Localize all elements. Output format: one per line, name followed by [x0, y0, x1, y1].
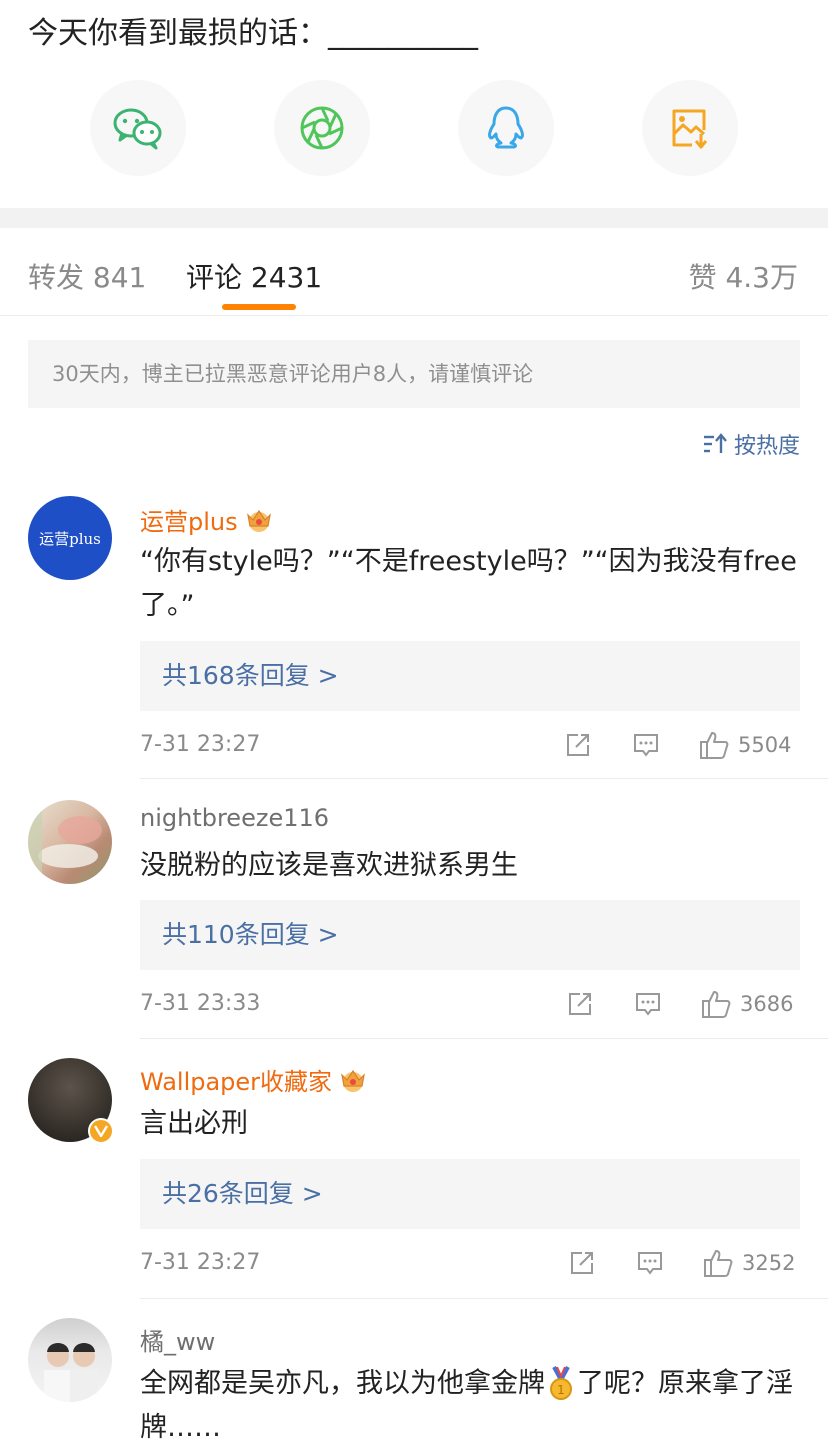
save-image-icon [672, 109, 708, 149]
feedback-tabs: 转发 841 评论 2431 赞 4.3万 [0, 228, 828, 316]
like-button[interactable]: 3686 [700, 986, 793, 1022]
share-comment-button[interactable] [564, 727, 592, 763]
author-name: nightbreeze116 [140, 804, 330, 832]
comment-author[interactable]: nightbreeze116 [140, 804, 329, 832]
reply-button[interactable] [634, 986, 662, 1022]
vip-crown-icon [341, 1069, 365, 1092]
avatar[interactable] [28, 800, 112, 884]
avatar-logo-text: 运营plus [39, 529, 101, 548]
tab-repost[interactable]: 转发 841 [28, 256, 146, 296]
comment-time: 7-31 23:33 [140, 991, 261, 1016]
vip-crown-icon [246, 509, 271, 532]
comment-meta: 7-31 23:27 5504 [140, 727, 800, 763]
comment-author[interactable]: 运营plus [140, 502, 274, 537]
like-button[interactable]: 3252 [702, 1245, 795, 1281]
comment-item: nightbreeze116 没脱粉的应该是喜欢进狱系男生 共110条回复 > … [0, 800, 828, 1039]
share-qq-button[interactable] [458, 80, 554, 176]
active-tab-indicator [222, 304, 296, 310]
avatar-photo [44, 1343, 98, 1402]
share-icon [567, 734, 589, 756]
comment-author[interactable]: Wallpaper收藏家 [140, 1062, 368, 1097]
comment-time: 7-31 23:27 [140, 732, 261, 757]
comment-meta: 7-31 23:27 3252 [140, 1245, 800, 1281]
moments-icon [300, 106, 344, 150]
like-count: 3686 [740, 992, 794, 1016]
sort-icon [703, 433, 727, 453]
share-moments-button[interactable] [274, 80, 370, 176]
section-divider [0, 208, 828, 228]
share-row [0, 80, 828, 176]
sort-button[interactable]: 按热度 [702, 428, 800, 460]
comment-divider [140, 1038, 828, 1039]
post-title: 今天你看到最损的话：__________ [28, 16, 478, 51]
reply-button[interactable] [632, 727, 660, 763]
comment-item: Wallpaper收藏家 言出必刑 共26条回复 > 7-31 23:27 32… [0, 1058, 828, 1299]
share-icon [569, 993, 591, 1015]
qq-icon [488, 106, 524, 149]
gold-medal-icon: 1 [550, 1366, 572, 1400]
author-name: Wallpaper收藏家 [140, 1068, 333, 1096]
comment-divider [140, 1298, 828, 1299]
sort-label: 按热度 [733, 434, 800, 459]
thumbs-up-icon [702, 991, 731, 1018]
share-comment-button[interactable] [566, 986, 594, 1022]
comment-text: 全网都是吴亦凡，我以为他拿金牌 1 了呢？原来拿了淫牌…… [140, 1362, 802, 1449]
svg-text:1: 1 [557, 1383, 565, 1397]
comment-divider [140, 778, 828, 779]
comment-item: 橘_ww 全网都是吴亦凡，我以为他拿金牌 1 了呢？原来拿了淫牌…… [0, 1318, 828, 1449]
tab-comment[interactable]: 评论 2431 [186, 256, 322, 296]
avatar[interactable]: 运营plus [28, 496, 112, 580]
comment-text-part: 全网都是吴亦凡，我以为他拿金牌 [140, 1368, 545, 1399]
comment-notice: 30天内，博主已拉黑恶意评论用户8人，请谨慎评论 [28, 340, 800, 408]
comment-author[interactable]: 橘_ww [140, 1322, 215, 1357]
comment-icon [636, 993, 660, 1016]
comment-text: “你有style吗？”“不是freestyle吗？”“因为我没有free了。” [140, 546, 797, 621]
comment-icon [638, 1252, 662, 1275]
author-name: 橘_ww [140, 1328, 216, 1356]
share-comment-button[interactable] [568, 1245, 596, 1281]
comment-text: 没脱粉的应该是喜欢进狱系男生 [140, 850, 518, 881]
reply-button[interactable] [636, 1245, 664, 1281]
like-count: 3252 [742, 1251, 796, 1275]
comment-time: 7-31 23:27 [140, 1250, 261, 1275]
like-count: 5504 [738, 733, 792, 757]
thumbs-up-icon [700, 732, 729, 759]
avatar[interactable] [28, 1318, 112, 1402]
save-image-button[interactable] [642, 80, 738, 176]
view-replies-link[interactable]: 共110条回复 > [140, 900, 800, 970]
comment-item: 运营plus 运营plus “你有style吗？”“不是freestyle吗？”… [0, 496, 828, 780]
thumbs-up-icon [704, 1250, 733, 1277]
avatar[interactable] [28, 1058, 114, 1144]
wechat-icon [113, 108, 162, 150]
comment-text: 言出必刑 [140, 1108, 248, 1139]
view-replies-link[interactable]: 共26条回复 > [140, 1159, 800, 1229]
author-name: 运营plus [140, 508, 238, 536]
verified-badge-icon [88, 1118, 114, 1144]
share-icon [571, 1252, 593, 1274]
like-button[interactable]: 5504 [698, 727, 791, 763]
share-wechat-button[interactable] [90, 80, 186, 176]
tab-like[interactable]: 赞 4.3万 [689, 256, 798, 296]
avatar-photo [28, 800, 102, 884]
comment-meta: 7-31 23:33 3686 [140, 986, 800, 1022]
view-replies-link[interactable]: 共168条回复 > [140, 641, 800, 711]
comment-icon [634, 734, 658, 757]
